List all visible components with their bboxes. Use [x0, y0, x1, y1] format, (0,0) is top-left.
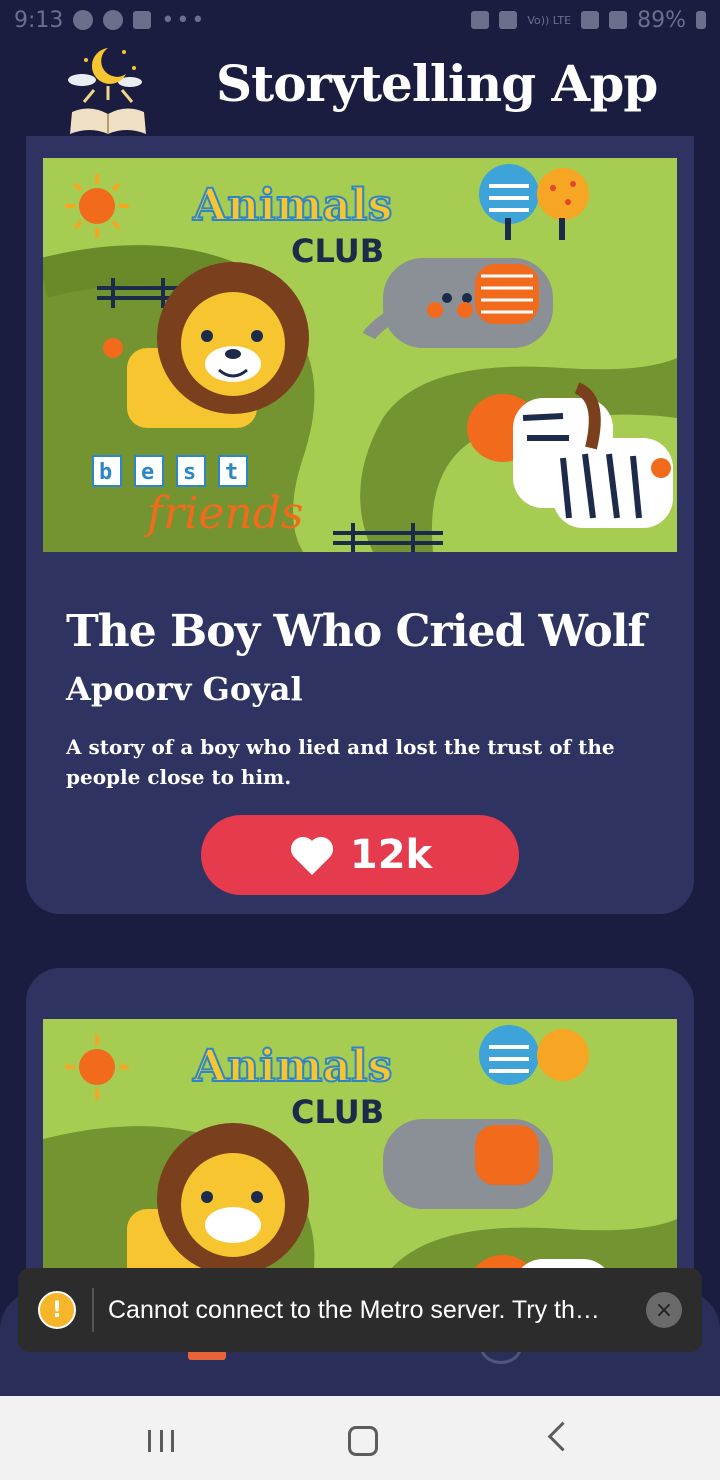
status-time: 9:13: [14, 7, 64, 33]
heart-icon: [290, 836, 333, 875]
mute-icon: [499, 11, 518, 29]
notification-icon: [73, 10, 94, 30]
app-title: Storytelling App: [216, 54, 658, 113]
app-logo: [68, 48, 146, 134]
status-right: Vo)) LTE 89%: [471, 8, 706, 33]
network-label: Vo)) LTE: [527, 13, 572, 27]
cover-brand-bottom: CLUB: [291, 1093, 384, 1131]
app-header: Storytelling App: [0, 40, 720, 136]
close-icon[interactable]: ×: [646, 1292, 682, 1328]
toast-divider: [92, 1288, 94, 1332]
story-author: Apoorv Goyal: [66, 670, 303, 708]
toast-message: Cannot connect to the Metro server. Try …: [108, 1295, 600, 1324]
cover-brand-bottom: CLUB: [291, 232, 384, 270]
whatsapp-icon: [103, 10, 124, 30]
cover-brand-top: Animals: [192, 180, 392, 231]
cover-tag-script: friends: [144, 488, 304, 539]
cover-tag-letter: t: [225, 460, 238, 485]
cover-tag-letter: e: [141, 460, 154, 485]
cover-tag-letter: s: [183, 460, 196, 485]
more-notifications-icon: •••: [161, 7, 207, 33]
battery-icon: [696, 11, 706, 29]
like-count: 12k: [349, 832, 433, 878]
home-icon[interactable]: [348, 1426, 378, 1456]
story-cover-image[interactable]: Animals CLUB b e s t friends: [43, 158, 677, 552]
like-button[interactable]: 12k: [201, 815, 519, 895]
battery-percent: 89%: [637, 7, 686, 33]
story-description: A story of a boy who lied and lost the t…: [66, 735, 615, 789]
recents-icon[interactable]: [148, 1430, 174, 1452]
error-toast[interactable]: ! Cannot connect to the Metro server. Tr…: [18, 1268, 702, 1352]
status-bar: 9:13 ••• Vo)) LTE 89%: [0, 0, 720, 40]
cloud-icon: [133, 11, 152, 29]
signal-icon: [609, 11, 628, 29]
alarm-icon: [471, 11, 490, 29]
status-left: 9:13 •••: [14, 8, 206, 33]
story-title: The Boy Who Cried Wolf: [66, 606, 646, 657]
wifi-icon: [581, 11, 600, 29]
warning-icon: !: [38, 1291, 76, 1329]
cover-tag-letter: b: [99, 460, 112, 485]
cover-brand-top: Animals: [192, 1041, 392, 1092]
story-card[interactable]: Animals CLUB b e s t friends The Boy Who…: [26, 136, 694, 914]
